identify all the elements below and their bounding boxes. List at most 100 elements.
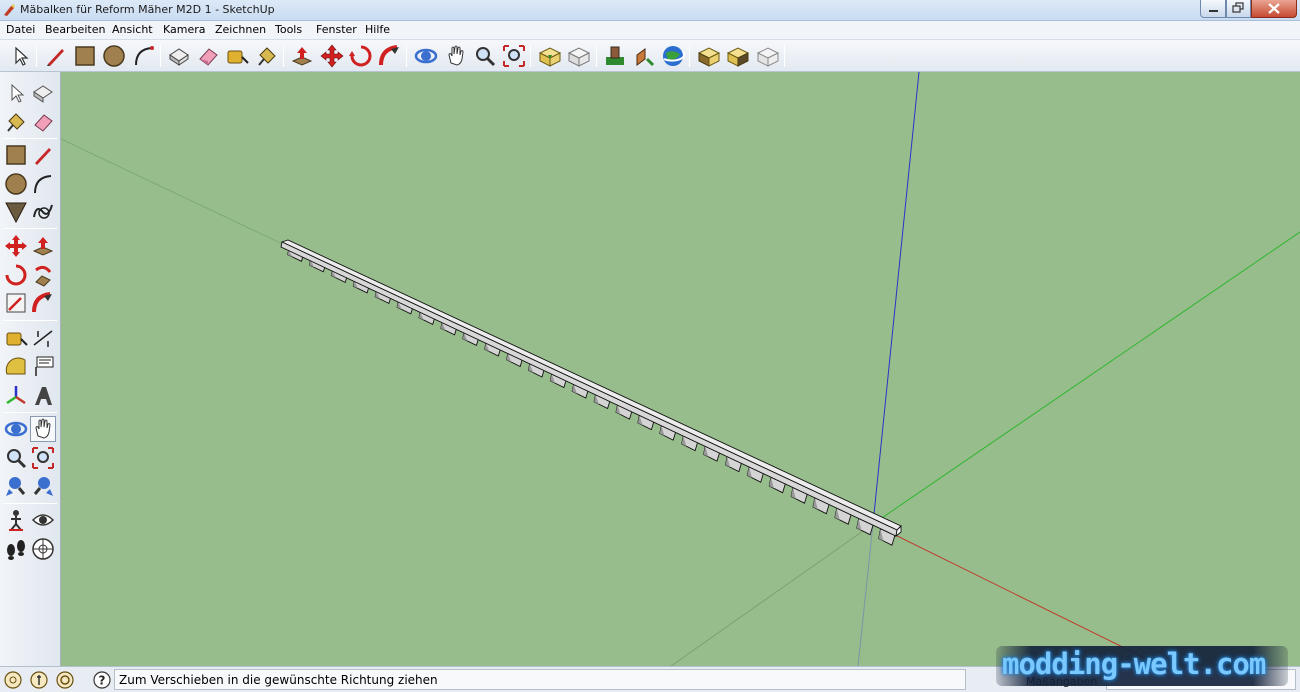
geo-location-icon[interactable]: [4, 671, 22, 689]
title-bar: Mäbalken für Reform Mäher M2D 1 - Sketch…: [0, 0, 1300, 21]
google-earth-icon[interactable]: [660, 43, 686, 69]
text-icon[interactable]: [30, 354, 56, 380]
orbit-icon[interactable]: [413, 43, 439, 69]
toolbar-separator: [3, 320, 57, 321]
blue-axis-below: [857, 523, 874, 666]
toolbar-separator: [36, 45, 37, 67]
toolbar-separator: [596, 45, 597, 67]
pencil-icon[interactable]: [43, 43, 69, 69]
next-view-icon[interactable]: [30, 473, 56, 499]
tape-measure-icon[interactable]: [3, 325, 29, 351]
add-location-icon[interactable]: [602, 43, 628, 69]
eraser-icon[interactable]: [195, 43, 221, 69]
minimize-button[interactable]: [1200, 0, 1226, 18]
toolbar-separator: [283, 45, 284, 67]
arc-icon[interactable]: [30, 171, 56, 197]
offset-icon[interactable]: [30, 290, 56, 316]
rotate-icon[interactable]: [3, 262, 29, 288]
toolbar-separator: [406, 45, 407, 67]
get-models-2-icon[interactable]: [696, 43, 722, 69]
credits-icon[interactable]: [30, 671, 48, 689]
menu-bearbeiten[interactable]: Bearbeiten: [45, 23, 105, 36]
zoom-icon[interactable]: [472, 43, 498, 69]
eraser-icon[interactable]: [30, 109, 56, 135]
menu-kamera[interactable]: Kamera: [163, 23, 206, 36]
pan-icon[interactable]: [30, 416, 56, 442]
push-pull-icon[interactable]: [30, 233, 56, 259]
zoom-icon[interactable]: [3, 445, 29, 471]
svg-text:?: ?: [99, 674, 106, 688]
move-icon[interactable]: [319, 43, 345, 69]
sketchup-window: Mäbalken für Reform Mäher M2D 1 - Sketch…: [0, 0, 1300, 692]
menu-zeichnen[interactable]: Zeichnen: [215, 23, 266, 36]
toggle-terrain-icon[interactable]: [631, 43, 657, 69]
share-model-icon[interactable]: [566, 43, 592, 69]
pan-icon[interactable]: [443, 43, 469, 69]
menu-datei[interactable]: Datei: [6, 23, 35, 36]
protractor-icon[interactable]: [3, 354, 29, 380]
select-icon[interactable]: [7, 43, 33, 69]
window-title: Mäbalken für Reform Mäher M2D 1 - Sketch…: [20, 3, 275, 16]
menu-fenster[interactable]: Fenster: [316, 23, 357, 36]
user-icon[interactable]: [56, 671, 74, 689]
look-around-icon[interactable]: [30, 507, 56, 533]
push-pull-icon[interactable]: [289, 43, 315, 69]
freehand-icon[interactable]: [30, 199, 56, 225]
share-3d-icon[interactable]: [755, 43, 781, 69]
follow-me-icon[interactable]: [30, 262, 56, 288]
status-message: Zum Verschieben in die gewünschte Richtu…: [114, 669, 966, 690]
make-component-icon[interactable]: [166, 43, 192, 69]
toolbar-separator: [530, 45, 531, 67]
arc-icon[interactable]: [131, 43, 157, 69]
rectangle-icon[interactable]: [3, 142, 29, 168]
previous-view-icon[interactable]: [3, 473, 29, 499]
position-camera-icon[interactable]: [3, 507, 29, 533]
knife-bar-front-face[interactable]: [280, 241, 898, 537]
dimension-icon[interactable]: [30, 325, 56, 351]
close-button[interactable]: [1251, 0, 1297, 18]
circle-icon[interactable]: [3, 171, 29, 197]
move-icon[interactable]: [3, 233, 29, 259]
menu-hilfe[interactable]: Hilfe: [365, 23, 390, 36]
make-component-icon[interactable]: [30, 80, 56, 106]
toolbar-separator: [3, 228, 57, 229]
section-plane-icon[interactable]: [30, 536, 56, 562]
3d-text-icon[interactable]: [30, 383, 56, 409]
tape-measure-icon[interactable]: [224, 43, 250, 69]
menu-tools[interactable]: Tools: [275, 23, 302, 36]
polygon-icon[interactable]: [3, 199, 29, 225]
toolbar-separator: [784, 45, 785, 67]
circle-icon[interactable]: [101, 43, 127, 69]
restore-button[interactable]: [1226, 0, 1251, 18]
blue-axis: [872, 72, 920, 525]
restore-icon: [1232, 2, 1244, 13]
tools-toolbar: [0, 72, 61, 666]
help-icon[interactable]: ?: [93, 671, 111, 689]
walk-icon[interactable]: [3, 536, 29, 562]
knife-teeth[interactable]: [287, 249, 896, 546]
paint-bucket-icon[interactable]: [254, 43, 280, 69]
follow-me-icon[interactable]: [377, 43, 403, 69]
select-icon[interactable]: [3, 80, 29, 106]
red-axis-back: [670, 523, 874, 666]
axes-icon[interactable]: [3, 383, 29, 409]
paint-bucket-icon[interactable]: [3, 109, 29, 135]
rectangle-icon[interactable]: [72, 43, 98, 69]
rotate-icon[interactable]: [348, 43, 374, 69]
toolbar-separator: [689, 45, 690, 67]
scale-icon[interactable]: [3, 290, 29, 316]
zoom-window-icon[interactable]: [30, 445, 56, 471]
orbit-icon[interactable]: [3, 416, 29, 442]
get-models-icon[interactable]: [537, 43, 563, 69]
share-component-icon[interactable]: [725, 43, 751, 69]
zoom-extents-icon[interactable]: [501, 43, 527, 69]
sketchup-logo-icon: [4, 4, 15, 16]
knife-bar-top-face[interactable]: [280, 239, 902, 531]
main-toolbar: [0, 40, 1300, 72]
scene-canvas[interactable]: [61, 72, 1300, 666]
red-axis: [872, 523, 1162, 666]
line-icon[interactable]: [30, 142, 56, 168]
knife-bar[interactable]: [280, 239, 902, 538]
menu-ansicht[interactable]: Ansicht: [112, 23, 153, 36]
modeling-viewport[interactable]: [61, 72, 1300, 666]
